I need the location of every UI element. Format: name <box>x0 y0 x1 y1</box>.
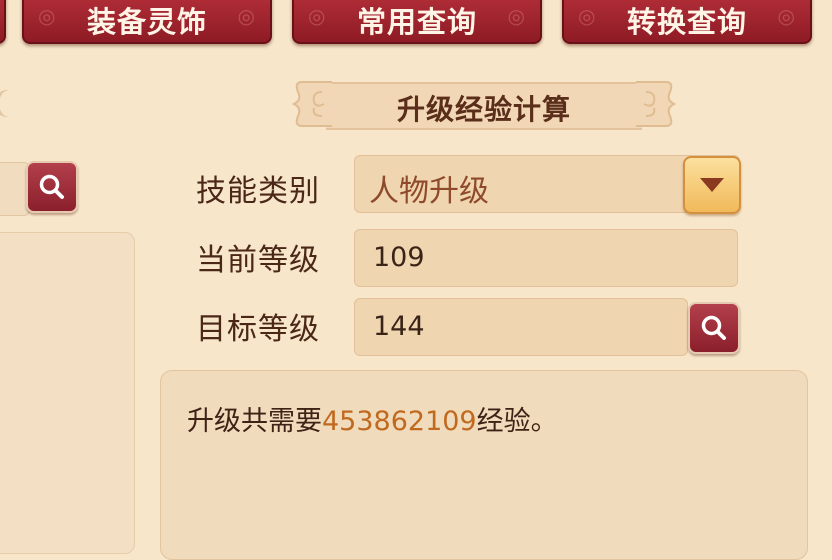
page-title: 升级经验计算 <box>396 93 571 126</box>
result-prefix: 升级共需要 <box>187 406 322 437</box>
skill-category-value: 人物升级 <box>369 174 489 209</box>
result-experience-value: 453862109 <box>322 406 477 437</box>
tab-partial-left[interactable] <box>0 0 6 44</box>
skill-category-label: 技能类别 <box>196 174 320 209</box>
tab-conversion-query[interactable]: ◎ 转换查询 ◎ <box>562 0 812 44</box>
current-level-input[interactable]: 109 <box>354 229 738 287</box>
target-level-input[interactable]: 144 <box>354 298 688 356</box>
scroll-ornament-icon: ❨ <box>0 82 13 126</box>
left-search-button[interactable] <box>26 161 78 213</box>
tab-common-query[interactable]: ◎ 常用查询 ◎ <box>292 0 542 44</box>
title-plaque: 升级经验计算 <box>292 76 676 132</box>
cloud-ornament-icon: ◎ <box>38 4 57 28</box>
current-level-value: 109 <box>373 242 425 273</box>
left-list-panel <box>0 232 135 554</box>
skill-category-dropdown-button[interactable] <box>683 156 741 214</box>
result-suffix: 经验。 <box>476 406 558 437</box>
cloud-ornament-icon: ◎ <box>308 4 327 28</box>
current-level-label: 当前等级 <box>196 243 320 278</box>
calculate-search-button[interactable] <box>688 302 740 354</box>
result-panel: 升级共需要453862109经验。 <box>160 370 808 560</box>
target-level-value: 144 <box>373 311 425 342</box>
cloud-ornament-icon: ◎ <box>237 4 256 28</box>
cloud-ornament-icon: ◎ <box>777 4 796 28</box>
target-level-label: 目标等级 <box>196 312 320 347</box>
tab-equipment[interactable]: ◎ 装备灵饰 ◎ <box>22 0 272 44</box>
search-icon <box>701 315 726 340</box>
triangle-down-icon <box>700 178 724 192</box>
cloud-ornament-icon: ◎ <box>578 4 597 28</box>
cloud-ornament-icon: ◎ <box>507 4 526 28</box>
tab-conversion-query-label: 转换查询 <box>626 5 747 39</box>
search-icon <box>39 174 64 199</box>
tab-equipment-label: 装备灵饰 <box>86 5 207 39</box>
tab-common-query-label: 常用查询 <box>356 5 477 39</box>
result-text: 升级共需要453862109经验。 <box>187 399 558 438</box>
